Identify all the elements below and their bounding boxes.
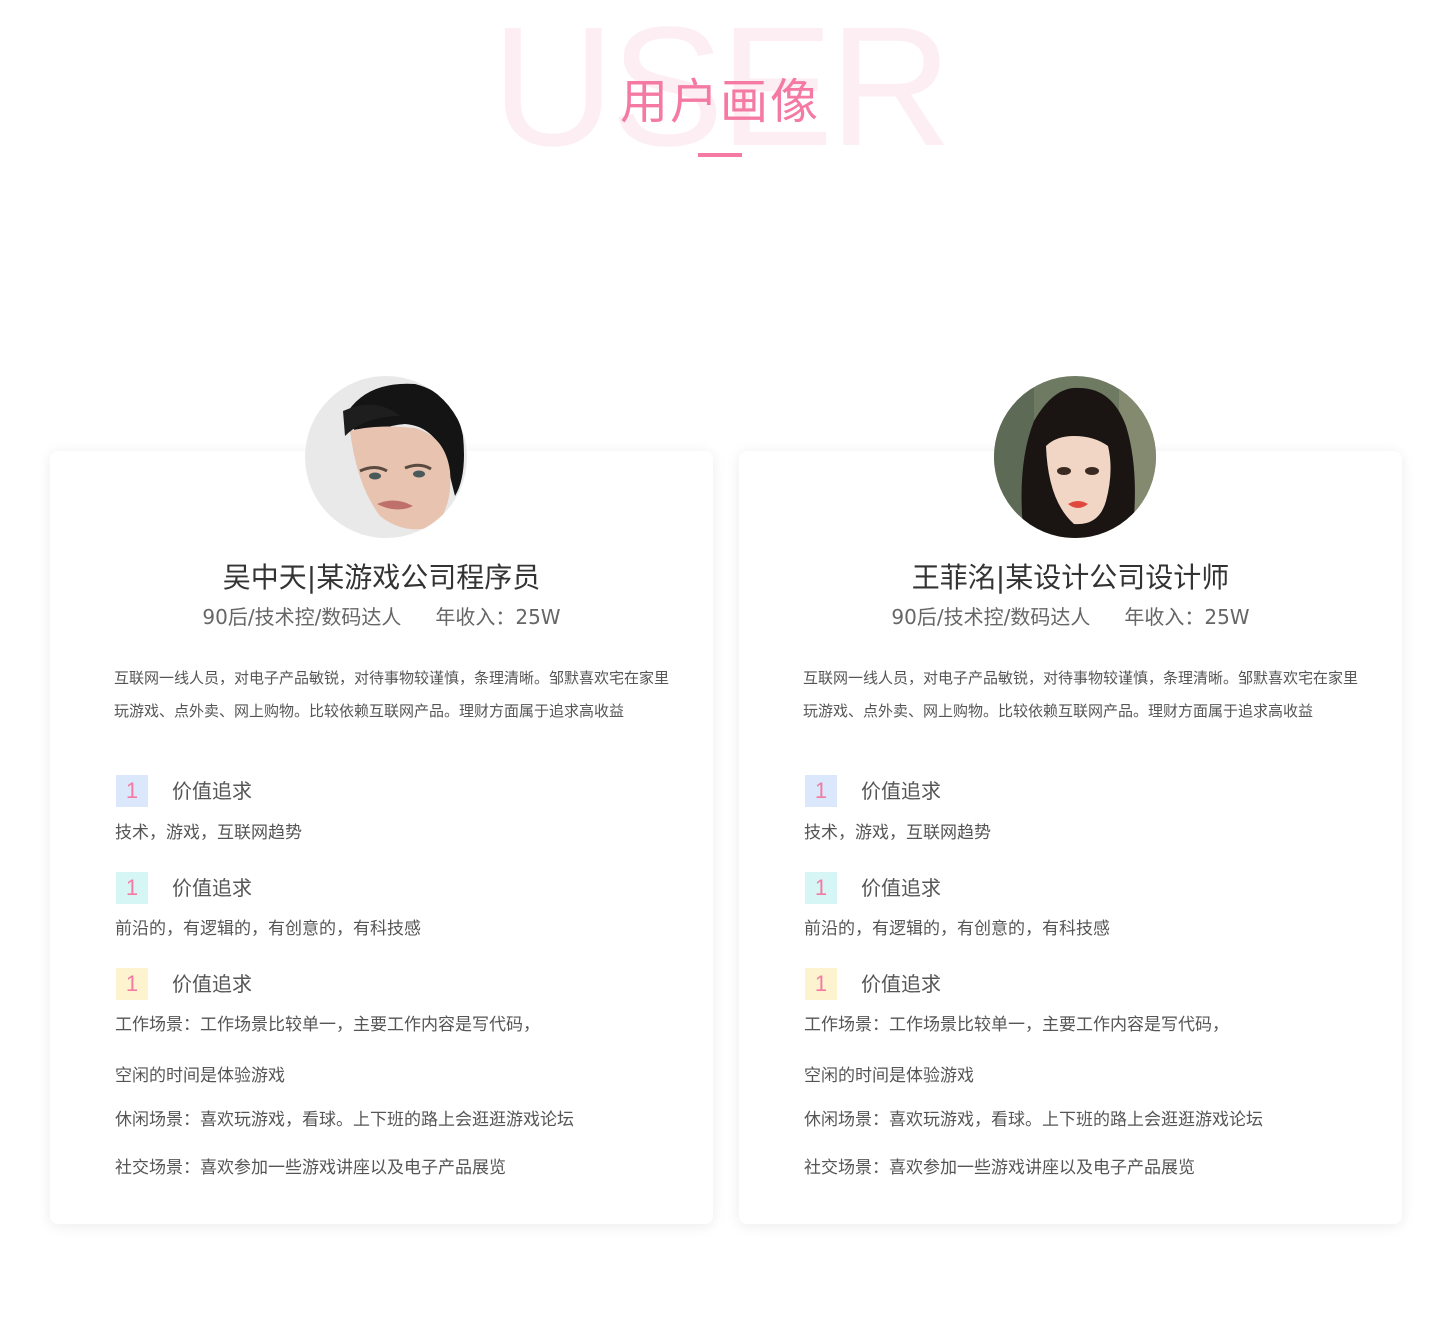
persona-name: 王菲洺|某设计公司设计师 (911, 561, 1230, 594)
extra-line: 社交场景：喜欢参加一些游戏讲座以及电子产品展览 (804, 1158, 1195, 1178)
persona-card-1: 王菲洺|某设计公司设计师 90后/技术控/数码达人 年收入：25W 互联网一线人员… (739, 376, 1402, 1224)
section-number-badge: 1 (805, 872, 837, 904)
title-underline (698, 153, 742, 157)
female-portrait-photo (994, 376, 1156, 538)
section-text: 工作场景：工作场景比较单一，主要工作内容是写代码， (115, 1015, 540, 1035)
extra-line: 休闲场景：喜欢玩游戏，看球。上下班的路上会逛逛游戏论坛 (804, 1110, 1263, 1130)
persona-income: 年收入：25W (435, 605, 561, 629)
persona-income: 年收入：25W (1124, 605, 1250, 629)
persona-tags: 90后/技术控/数码达人 (202, 605, 402, 629)
extra-line: 空闲的时间是体验游戏 (804, 1066, 974, 1086)
persona-card-0: 吴中天|某游戏公司程序员 90后/技术控/数码达人 年收入：25W 互联网一线人员… (50, 376, 713, 1224)
extra-line: 社交场景：喜欢参加一些游戏讲座以及电子产品展览 (115, 1158, 506, 1178)
persona-meta: 90后/技术控/数码达人 年收入：25W (739, 603, 1402, 631)
male-portrait-photo (305, 376, 467, 538)
persona-meta: 90后/技术控/数码达人 年收入：25W (50, 603, 713, 631)
persona-name: 吴中天|某游戏公司程序员 (222, 561, 541, 594)
section-title: 价值追求 (861, 779, 941, 803)
extra-line: 空闲的时间是体验游戏 (115, 1066, 285, 1086)
section-text: 前沿的，有逻辑的，有创意的，有科技感 (804, 919, 1110, 939)
page-header: USER 用户画像 (0, 0, 1440, 172)
persona-tags: 90后/技术控/数码达人 (891, 605, 1091, 629)
section-number-badge: 1 (116, 872, 148, 904)
section-number-badge: 1 (116, 775, 148, 807)
persona-description: 互联网一线人员，对电子产品敏锐，对待事物较谨慎，条理清晰。邹默喜欢宅在家里玩游戏… (114, 669, 670, 720)
section-number-badge: 1 (805, 775, 837, 807)
page-title: 用户画像 (619, 74, 820, 130)
section-title: 价值追求 (172, 876, 252, 900)
section-text: 技术，游戏，互联网趋势 (115, 823, 302, 843)
section-title: 价值追求 (861, 972, 941, 996)
avatar (994, 376, 1156, 538)
extra-line: 休闲场景：喜欢玩游戏，看球。上下班的路上会逛逛游戏论坛 (115, 1110, 574, 1130)
section-text: 技术，游戏，互联网趋势 (804, 823, 991, 843)
avatar (305, 376, 467, 538)
section-title: 价值追求 (172, 779, 252, 803)
section-number-badge: 1 (116, 968, 148, 1000)
section-text: 工作场景：工作场景比较单一，主要工作内容是写代码， (804, 1015, 1229, 1035)
section-text: 前沿的，有逻辑的，有创意的，有科技感 (115, 919, 421, 939)
persona-description: 互联网一线人员，对电子产品敏锐，对待事物较谨慎，条理清晰。邹默喜欢宅在家里玩游戏… (803, 669, 1359, 720)
section-title: 价值追求 (861, 876, 941, 900)
section-number-badge: 1 (805, 968, 837, 1000)
section-title: 价值追求 (172, 972, 252, 996)
